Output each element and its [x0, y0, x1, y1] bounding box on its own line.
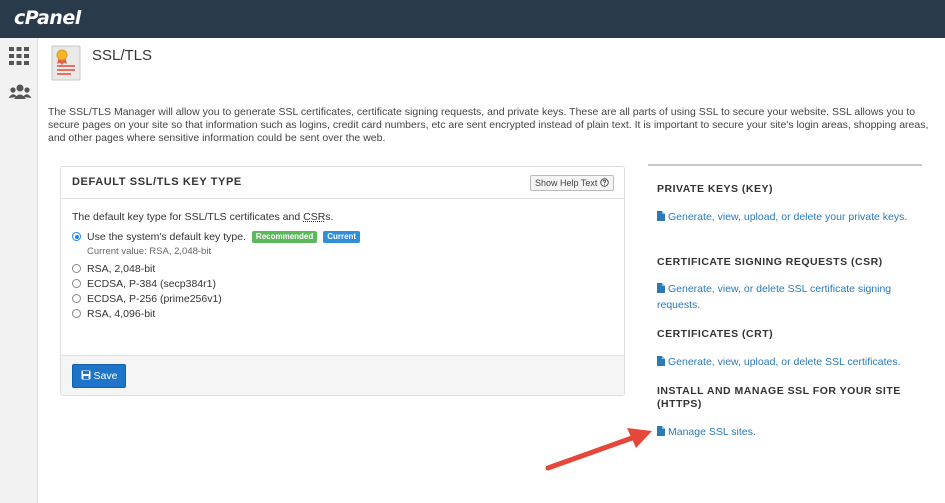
link-text: Generate, view, upload, or delete SSL ce…	[668, 356, 901, 368]
panel-description: The default key type for SSL/TLS certifi…	[72, 211, 333, 223]
panel-title: DEFAULT SSL/TLS KEY TYPE	[72, 176, 242, 188]
document-icon	[657, 211, 665, 226]
csr-heading: CERTIFICATE SIGNING REQUESTS (CSR)	[657, 256, 883, 268]
question-circle-icon	[600, 178, 609, 188]
page-header: SSL/TLS	[38, 38, 945, 86]
radio-button[interactable]	[72, 294, 81, 303]
link-text: Generate, view, upload, or delete your p…	[668, 211, 908, 223]
floppy-disk-icon	[81, 366, 91, 388]
manage-ssl-sites-link[interactable]: Manage SSL sites.	[657, 425, 919, 441]
right-column: PRIVATE KEYS (KEY) Generate, view, uploa…	[648, 164, 922, 494]
install-ssl-heading: INSTALL AND MANAGE SSL FOR YOUR SITE (HT…	[657, 385, 901, 410]
private-keys-link[interactable]: Generate, view, upload, or delete your p…	[657, 210, 919, 226]
description-prefix: The default key type for SSL/TLS certifi…	[72, 211, 304, 223]
option-ecdsa-p384[interactable]: ECDSA, P-384 (secp384r1)	[72, 278, 216, 292]
certificates-heading: CERTIFICATES (CRT)	[657, 328, 774, 340]
main-content: SSL/TLS The SSL/TLS Manager will allow y…	[38, 38, 945, 503]
option-label: RSA, 2,048-bit	[87, 263, 156, 275]
recommended-badge: Recommended	[251, 231, 318, 243]
save-label: Save	[93, 370, 118, 382]
current-value-text: Current value: RSA, 2,048-bit	[87, 246, 212, 257]
default-key-type-panel: DEFAULT SSL/TLS KEY TYPE Show Help Text …	[60, 166, 625, 396]
radio-button[interactable]	[72, 309, 81, 318]
csr-link[interactable]: Generate, view, or delete SSL certificat…	[657, 282, 919, 313]
document-icon	[657, 356, 665, 371]
panel-footer: Save	[61, 355, 624, 395]
csr-abbreviation: CSR	[303, 211, 326, 223]
certificates-link[interactable]: Generate, view, upload, or delete SSL ce…	[657, 355, 919, 371]
link-text: Manage SSL sites.	[668, 426, 756, 438]
panel-heading: DEFAULT SSL/TLS KEY TYPE Show Help Text	[61, 167, 624, 199]
top-bar: cPanel	[0, 0, 945, 38]
cpanel-logo[interactable]: cPanel	[14, 7, 81, 29]
help-button-label: Show Help Text	[535, 178, 598, 188]
option-label: RSA, 4,096-bit	[87, 308, 156, 320]
option-system-default[interactable]: Use the system's default key type. Recom…	[72, 231, 361, 245]
grid-icon[interactable]	[8, 46, 32, 68]
option-rsa-4096[interactable]: RSA, 4,096-bit	[72, 308, 155, 322]
option-rsa-2048[interactable]: RSA, 2,048-bit	[72, 263, 155, 277]
description-suffix: s.	[325, 211, 334, 223]
certificate-icon	[51, 45, 81, 81]
option-label: ECDSA, P-256 (prime256v1)	[87, 293, 222, 305]
option-label: Use the system's default key type.	[87, 231, 246, 243]
sidebar	[0, 38, 38, 503]
save-button[interactable]: Save	[72, 364, 126, 388]
current-badge: Current	[323, 231, 361, 243]
radio-button[interactable]	[72, 279, 81, 288]
link-text: Generate, view, or delete SSL certificat…	[657, 283, 892, 311]
intro-text: The SSL/TLS Manager will allow you to ge…	[48, 106, 929, 144]
document-icon	[657, 283, 665, 298]
private-keys-heading: PRIVATE KEYS (KEY)	[657, 183, 773, 195]
option-ecdsa-p256[interactable]: ECDSA, P-256 (prime256v1)	[72, 293, 222, 307]
show-help-text-button[interactable]: Show Help Text	[530, 175, 614, 191]
users-icon[interactable]	[8, 82, 32, 104]
page-title: SSL/TLS	[92, 47, 153, 64]
document-icon	[657, 426, 665, 441]
option-label: ECDSA, P-384 (secp384r1)	[87, 278, 216, 290]
radio-button-checked[interactable]	[72, 232, 81, 241]
radio-button[interactable]	[72, 264, 81, 273]
